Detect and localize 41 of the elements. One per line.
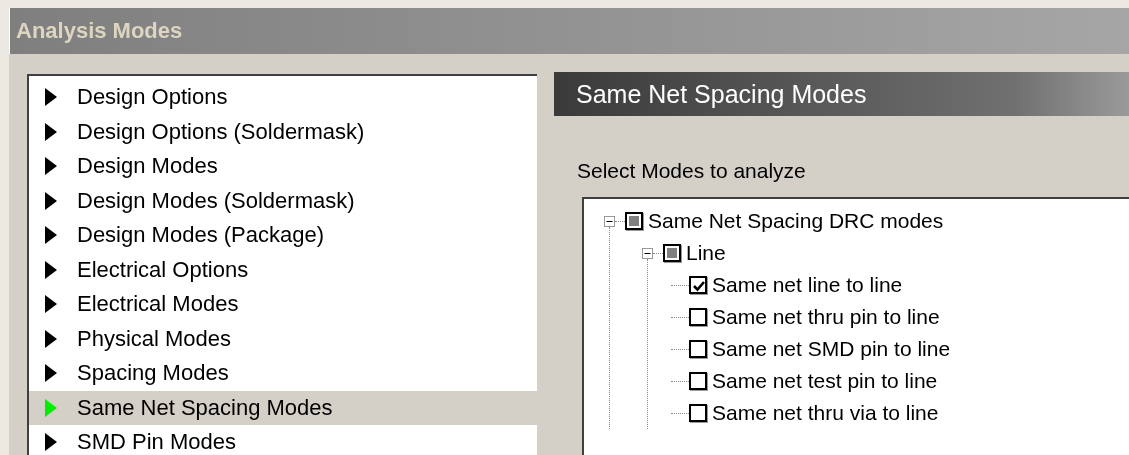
- arrow-icon: [45, 398, 57, 417]
- checkbox[interactable]: [689, 276, 707, 294]
- category-item[interactable]: Same Net Spacing Modes: [29, 390, 537, 425]
- category-item[interactable]: Electrical Modes: [29, 287, 537, 322]
- arrow-icon: [45, 226, 57, 245]
- tree-item-label[interactable]: Same net line to line: [712, 273, 903, 297]
- tree-item-label[interactable]: Same net SMD pin to line: [712, 337, 951, 361]
- checkbox[interactable]: [689, 308, 707, 326]
- tree-item-label[interactable]: Same net test pin to line: [712, 369, 938, 393]
- category-item[interactable]: Electrical Options: [29, 252, 537, 287]
- checkbox[interactable]: [625, 212, 643, 230]
- collapse-button[interactable]: [604, 215, 615, 227]
- arrow-icon: [45, 122, 57, 141]
- arrow-icon: [45, 157, 57, 176]
- tree-item-label[interactable]: Line: [686, 241, 726, 265]
- category-item[interactable]: Design Options: [29, 80, 537, 115]
- tree-item-label[interactable]: Same Net Spacing DRC modes: [648, 209, 944, 233]
- arrow-icon: [45, 295, 57, 314]
- arrow-icon: [45, 260, 57, 279]
- category-item[interactable]: Design Options (Soldermask): [29, 114, 537, 149]
- category-item[interactable]: SMD Pin Modes: [29, 425, 537, 455]
- category-item[interactable]: Design Modes (Package): [29, 218, 537, 253]
- category-item[interactable]: Spacing Modes: [29, 356, 537, 391]
- window-title: Analysis Modes: [16, 18, 183, 44]
- arrow-icon: [45, 191, 57, 210]
- category-item[interactable]: Design Modes (Soldermask): [29, 183, 537, 218]
- prompt-label: Select Modes to analyze: [577, 159, 807, 183]
- arrow-icon: [45, 88, 57, 107]
- tree-item-label[interactable]: Same net thru via to line: [712, 401, 939, 425]
- checkbox[interactable]: [689, 340, 707, 358]
- checkbox[interactable]: [663, 244, 681, 262]
- tree-item-label[interactable]: Same net thru pin to line: [712, 305, 940, 329]
- category-item[interactable]: Physical Modes: [29, 321, 537, 356]
- collapse-button[interactable]: [642, 247, 653, 259]
- category-item[interactable]: Design Modes: [29, 149, 537, 184]
- checkbox[interactable]: [689, 372, 707, 390]
- panel-title: Same Net Spacing Modes: [575, 79, 867, 109]
- arrow-icon: [45, 329, 57, 348]
- arrow-icon: [45, 364, 57, 383]
- arrow-icon: [45, 433, 57, 452]
- checkbox[interactable]: [689, 404, 707, 422]
